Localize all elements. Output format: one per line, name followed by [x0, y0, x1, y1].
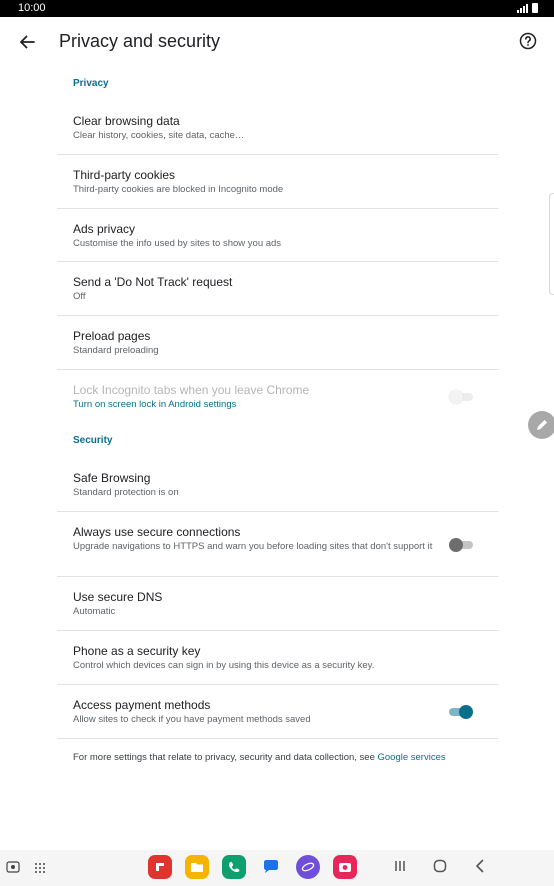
setting-always-use-secure-connections[interactable]: Always use secure connections Upgrade na… — [57, 512, 499, 577]
flipboard-app-icon[interactable] — [148, 855, 172, 879]
phone-app-icon[interactable] — [222, 855, 246, 879]
app-dock — [148, 855, 357, 879]
payment-methods-toggle[interactable] — [449, 705, 473, 719]
nav-right-group — [393, 859, 487, 873]
setting-title: Preload pages — [73, 329, 151, 343]
setting-ads-privacy[interactable]: Ads privacy Customise the info used by s… — [57, 209, 499, 262]
back-button[interactable] — [14, 29, 40, 55]
section-header-privacy: Privacy — [73, 78, 109, 89]
setting-title: Always use secure connections — [73, 525, 241, 539]
battery-icon — [532, 3, 538, 13]
setting-subtitle: Off — [73, 291, 86, 302]
page-title: Privacy and security — [59, 31, 221, 51]
status-time: 10:00 — [18, 2, 46, 14]
internet-app-icon[interactable] — [296, 855, 320, 879]
help-circle-icon — [519, 32, 537, 50]
settings-list: Privacy Clear browsing data Clear histor… — [57, 67, 499, 763]
footer-text: For more settings that relate to privacy… — [73, 752, 378, 763]
footer-note: For more settings that relate to privacy… — [57, 739, 499, 763]
section-header-security: Security — [73, 435, 113, 446]
setting-third-party-cookies[interactable]: Third-party cookies Third-party cookies … — [57, 155, 499, 209]
setting-subtitle: Control which devices can sign in by usi… — [73, 660, 375, 671]
recent-apps-icon[interactable] — [393, 859, 407, 873]
messages-app-icon[interactable] — [259, 855, 283, 879]
home-icon[interactable] — [433, 859, 447, 873]
setting-title: Phone as a security key — [73, 644, 201, 658]
setting-title: Use secure DNS — [73, 590, 163, 604]
lock-incognito-toggle — [449, 390, 473, 404]
screen-recorder-icon[interactable] — [6, 861, 20, 875]
setting-subtitle: Standard protection is on — [73, 487, 179, 498]
help-button[interactable] — [516, 29, 540, 53]
arrow-left-icon — [20, 35, 35, 49]
setting-access-payment-methods[interactable]: Access payment methods Allow sites to ch… — [57, 685, 499, 739]
status-icons — [517, 3, 538, 13]
setting-do-not-track[interactable]: Send a 'Do Not Track' request Off — [57, 262, 499, 316]
setting-preload-pages[interactable]: Preload pages Standard preloading — [57, 316, 499, 370]
screen-lock-settings-link[interactable]: Turn on screen lock in Android settings — [73, 399, 439, 411]
setting-title: Safe Browsing — [73, 471, 151, 485]
pen-icon — [537, 420, 547, 430]
setting-subtitle: Standard preloading — [73, 345, 159, 356]
setting-clear-browsing-data[interactable]: Clear browsing data Clear history, cooki… — [57, 101, 499, 155]
setting-title: Send a 'Do Not Track' request — [73, 275, 233, 289]
setting-subtitle: Automatic — [73, 606, 116, 617]
google-services-link[interactable]: Google services — [378, 752, 446, 763]
setting-safe-browsing[interactable]: Safe Browsing Standard protection is on — [57, 458, 499, 512]
setting-title: Ads privacy — [73, 222, 136, 236]
files-app-icon[interactable] — [185, 855, 209, 879]
setting-title: Clear browsing data — [73, 114, 180, 128]
setting-subtitle: Allow sites to check if you have payment… — [73, 714, 311, 725]
setting-use-secure-dns[interactable]: Use secure DNS Automatic — [57, 577, 499, 631]
setting-title: Lock Incognito tabs when you leave Chrom… — [73, 383, 310, 397]
toolbar: Privacy and security — [0, 17, 554, 67]
navigation-bar — [0, 850, 554, 886]
setting-title: Third-party cookies — [73, 168, 176, 182]
setting-subtitle: Clear history, cookies, site data, cache… — [73, 130, 245, 141]
setting-subtitle: Customise the info used by sites to show… — [73, 238, 282, 249]
signal-icon — [517, 3, 528, 13]
camera-app-icon[interactable] — [333, 855, 357, 879]
setting-phone-as-security-key[interactable]: Phone as a security key Control which de… — [57, 631, 499, 685]
setting-lock-incognito-tabs: Lock Incognito tabs when you leave Chrom… — [57, 370, 499, 424]
app-drawer-icon[interactable] — [34, 862, 46, 874]
edit-floating-button[interactable] — [528, 411, 554, 439]
nav-left-group — [6, 861, 46, 875]
status-bar: 10:00 — [0, 0, 554, 17]
setting-title: Access payment methods — [73, 698, 211, 712]
back-nav-icon[interactable] — [473, 859, 487, 873]
setting-subtitle: Third-party cookies are blocked in Incog… — [73, 184, 284, 195]
secure-connections-toggle[interactable] — [449, 538, 473, 552]
setting-subtitle: Upgrade navigations to HTTPS and warn yo… — [73, 541, 433, 552]
edge-panel-handle[interactable] — [549, 193, 554, 295]
